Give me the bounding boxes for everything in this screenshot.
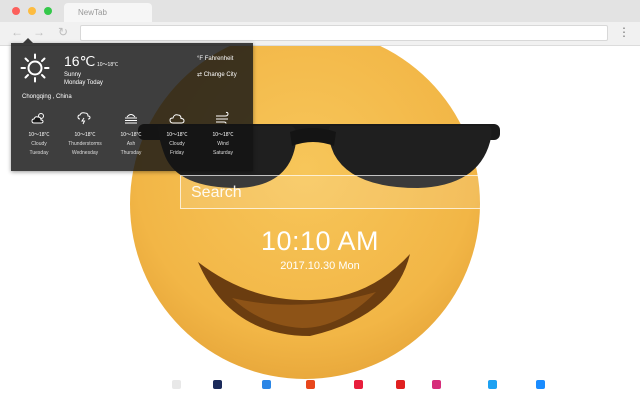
dock-icon-3[interactable]: [262, 380, 271, 389]
address-bar[interactable]: [80, 25, 608, 41]
minimize-window-button[interactable]: [28, 7, 36, 15]
forecast-day-name: Saturday: [212, 150, 233, 156]
sun-icon: [20, 53, 50, 83]
forecast-condition: Wind: [217, 141, 229, 147]
location-label: Chongqing , China: [22, 94, 72, 100]
dock-icon-5[interactable]: [354, 380, 363, 389]
clock-date: 2017.10.30 Mon: [280, 260, 360, 272]
current-day: Monday Today: [64, 80, 103, 86]
forecast-condition: Ash: [126, 141, 136, 147]
dock-icon-7[interactable]: [432, 380, 441, 389]
close-window-button[interactable]: [12, 7, 20, 15]
forecast-day: 10～18℃ Thunderstorms Wednesday: [62, 111, 108, 156]
forecast-range: 10～18℃: [212, 132, 234, 138]
tab-strip: NewTab: [0, 0, 640, 22]
tab-newtab[interactable]: NewTab: [64, 3, 152, 22]
forecast-condition: Cloudy: [31, 141, 47, 147]
current-temperature: 16℃: [64, 53, 96, 69]
forecast-day: 10～18℃ Cloudy Tuesday: [16, 111, 62, 156]
forecast-range: 10～18℃: [28, 132, 50, 138]
maximize-window-button[interactable]: [44, 7, 52, 15]
dock-icon-9[interactable]: [536, 380, 545, 389]
forecast-day: 10～18℃ Ash Thursday: [108, 111, 154, 156]
current-condition: Sunny: [64, 72, 82, 78]
forward-arrow-icon[interactable]: →: [32, 25, 46, 39]
dock-icon-8[interactable]: [488, 380, 497, 389]
browser-chrome: NewTab ← → ↻ ⋮: [0, 0, 640, 46]
forecast-day: 10～18℃ Cloudy Friday: [154, 111, 200, 156]
current-temp-range: 10～18℃: [97, 62, 119, 68]
reload-icon[interactable]: ↻: [56, 25, 70, 39]
forecast-condition: Thunderstorms: [68, 141, 102, 147]
shortcut-dock: [0, 376, 640, 392]
dock-icon-1[interactable]: [172, 380, 181, 389]
cloud-sun-icon: [31, 113, 44, 124]
forecast-day: 10～18℃ Wind Saturday: [200, 111, 246, 156]
forecast-day-name: Wednesday: [71, 150, 99, 156]
back-arrow-icon[interactable]: ←: [10, 25, 24, 39]
change-city-link[interactable]: ⇄ Change City: [197, 71, 237, 78]
forecast-range: 10～18℃: [120, 132, 142, 138]
cloud-icon: [169, 114, 185, 124]
weather-popup: 16℃ 10～18℃ Sunny Monday Today °F Fahrenh…: [11, 38, 253, 171]
forecast-range: 10～18℃: [74, 132, 96, 138]
menu-kebab-icon[interactable]: ⋮: [618, 24, 630, 40]
clock-time: 10:10 AM: [260, 226, 380, 256]
search-box[interactable]: [180, 175, 488, 209]
fahrenheit-toggle[interactable]: °F Fahrenheit: [197, 56, 233, 62]
dock-icon-2[interactable]: [213, 380, 222, 389]
forecast-day-name: Friday: [170, 150, 184, 156]
thunderstorm-icon: [77, 112, 91, 125]
forecast-range: 10～18℃: [166, 132, 188, 138]
ash-icon: [125, 114, 137, 124]
forecast-day-name: Tuesday: [29, 150, 49, 156]
forecast-day-name: Thursday: [120, 150, 142, 156]
dock-icon-6[interactable]: [396, 380, 405, 389]
forecast-condition: Cloudy: [169, 141, 185, 147]
wind-icon: [216, 111, 229, 124]
dock-icon-4[interactable]: [306, 380, 315, 389]
search-input[interactable]: [189, 180, 483, 206]
